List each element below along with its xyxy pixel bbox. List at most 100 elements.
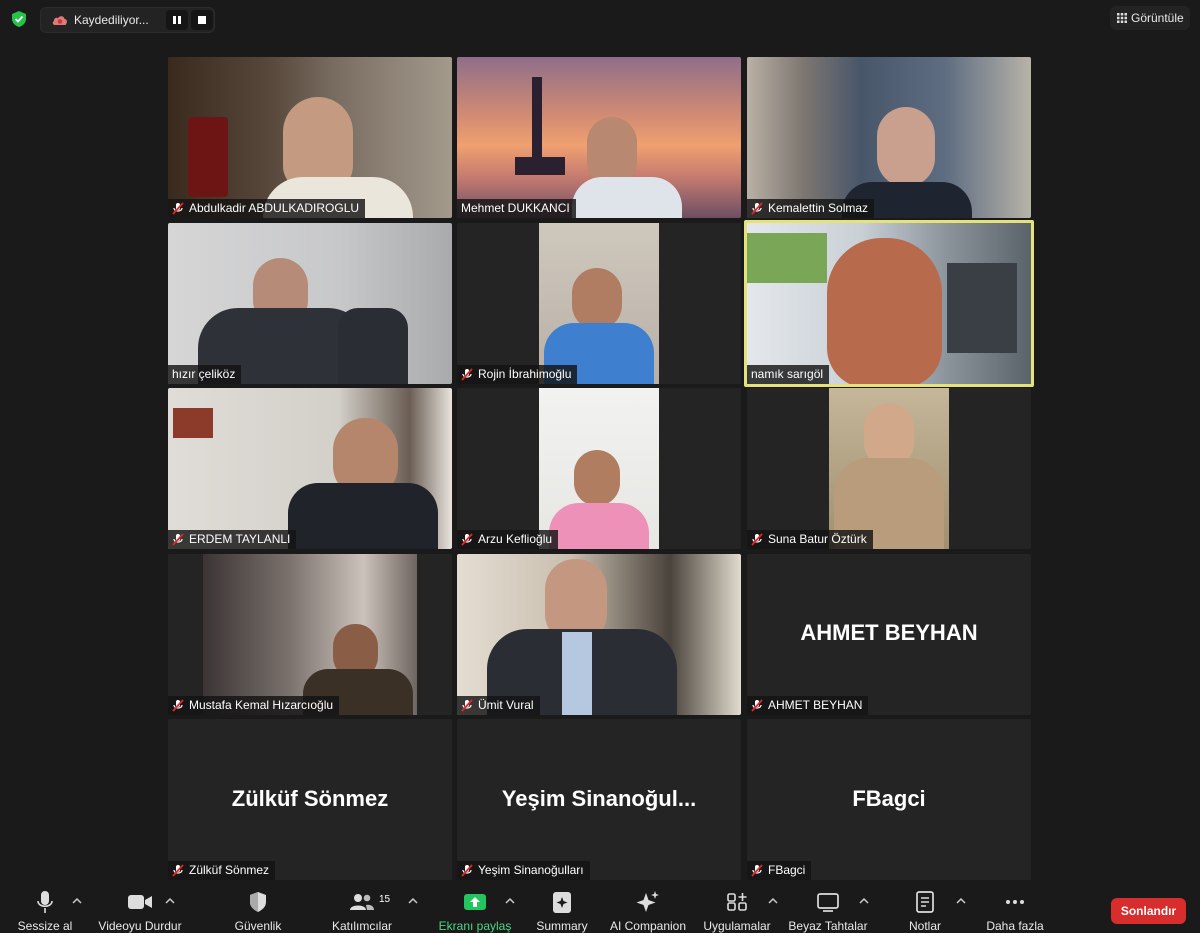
participant-name-tag: Rojin İbrahimoğlu [457,365,578,384]
participant-name-tag: Zülküf Sönmez [168,861,276,880]
participant-tile[interactable]: Abdulkadir ABDULKADIROGLU [168,57,452,218]
chevron-up-icon[interactable] [163,894,177,908]
participant-display-name: Zülküf Sönmez [231,786,389,811]
participant-name-tag: Yeşim Sinanoğulları [457,861,590,880]
recording-status-text: Kaydediliyor... [74,13,149,27]
participant-tile[interactable]: AHMET BEYHAN AHMET BEYHAN [747,554,1031,715]
recording-indicator[interactable]: Kaydediliyor... [40,7,215,33]
participant-tile-active-speaker[interactable]: namık sarıgöl [744,220,1034,387]
whiteboards-button[interactable]: Beyaz Tahtalar [788,882,868,933]
participant-video [747,57,1031,218]
mic-off-icon [751,864,763,877]
chevron-up-icon[interactable] [70,894,84,908]
participant-name: Abdulkadir ABDULKADIROGLU [189,201,360,215]
participants-label: Katılımcılar [331,919,392,933]
stop-video-button[interactable]: Videoyu Durdur [98,882,182,933]
more-label: Daha fazla [986,919,1044,933]
chevron-up-icon[interactable] [406,894,420,908]
participant-tile[interactable]: Rojin İbrahimoğlu [457,223,741,384]
participant-name-tag: Suna Batur Öztürk [747,530,873,549]
participant-name-tag: hızır çeliköz [168,365,242,384]
participant-tile[interactable]: Yeşim Sinanoğul... Yeşim Sinanoğulları [457,719,741,880]
participant-tile[interactable]: FBagci FBagci [747,719,1031,880]
share-screen-icon [464,894,486,910]
summary-label: Summary [536,919,588,933]
participant-name: Rojin İbrahimoğlu [478,367,572,381]
participant-display-name: FBagci [852,786,926,811]
share-screen-button[interactable]: Ekranı paylaş [439,882,511,933]
mic-off-icon [461,368,473,381]
summary-document-icon [553,892,571,913]
stop-recording-button[interactable] [191,10,213,30]
notes-label: Notlar [908,919,941,933]
share-screen-label: Ekranı paylaş [438,919,512,933]
participant-video [539,223,659,384]
participant-video [168,388,452,549]
apps-button[interactable]: Uygulamalar [703,882,771,933]
participant-video [829,388,949,549]
participant-name: Zülküf Sönmez [189,863,270,877]
participant-name-tag: Ümit Vural [457,696,540,715]
ai-companion-button[interactable]: AI Companion [610,882,686,933]
participant-video [168,57,452,218]
participant-tile[interactable]: Suna Batur Öztürk [747,388,1031,549]
pause-recording-button[interactable] [166,10,188,30]
ai-sparkle-icon [636,891,659,912]
stop-video-label: Videoyu Durdur [98,919,182,933]
participant-tile[interactable]: Zülküf Sönmez Zülküf Sönmez [168,719,452,880]
mic-off-icon [751,699,763,712]
participant-name: hızır çeliköz [172,367,236,381]
notes-button[interactable]: Notlar [900,882,950,933]
chevron-up-icon[interactable] [857,894,871,908]
participant-name: FBagci [768,863,806,877]
view-button-label: Görüntüle [1131,11,1184,25]
chevron-up-icon[interactable] [766,894,780,908]
participant-name-tag: AHMET BEYHAN [747,696,869,715]
participants-button[interactable]: 15 Katılımcılar [332,882,392,933]
participants-count: 15 [379,894,391,905]
security-shield-icon [250,892,266,912]
mic-off-icon [172,699,184,712]
participant-video [168,223,452,384]
mute-button[interactable]: Sessize al [18,882,72,933]
participant-video [539,388,659,549]
participant-name-tag: Abdulkadir ABDULKADIROGLU [168,199,366,218]
participant-tile[interactable]: Ümit Vural [457,554,741,715]
chevron-up-icon[interactable] [954,894,968,908]
participant-tile[interactable]: Kemalettin Solmaz [747,57,1031,218]
notes-icon [916,891,934,913]
participant-tile[interactable]: ERDEM TAYLANLI [168,388,452,549]
view-button[interactable]: Görüntüle [1110,6,1190,30]
grid-view-icon [1117,13,1127,23]
mic-off-icon [172,202,184,215]
participant-name: AHMET BEYHAN [768,698,863,712]
top-bar: Kaydediliyor... Görüntüle [0,0,1200,40]
participant-tile[interactable]: Arzu Keflioğlu [457,388,741,549]
participant-tile[interactable]: Mehmet DUKKANCI [457,57,741,218]
summary-button[interactable]: Summary [536,882,588,933]
participant-name: Arzu Keflioğlu [478,532,553,546]
encryption-shield-icon[interactable] [10,10,28,28]
participant-name: Mustafa Kemal Hızarcıoğlu [189,698,334,712]
mute-label: Sessize al [17,919,73,933]
end-meeting-button[interactable]: Sonlandır [1111,898,1186,924]
microphone-icon [37,891,53,913]
participant-video [747,223,1031,384]
participant-name-tag: Mustafa Kemal Hızarcıoğlu [168,696,340,715]
participant-name: Yeşim Sinanoğulları [478,863,584,877]
participant-name-tag: ERDEM TAYLANLI [168,530,297,549]
ai-companion-label: AI Companion [609,919,687,933]
participant-display-name: AHMET BEYHAN [800,620,978,645]
more-dots-icon [1006,900,1024,904]
participant-tile[interactable]: hızır çeliköz [168,223,452,384]
mic-off-icon [172,533,184,546]
participant-video [457,554,741,715]
mic-off-icon [461,864,473,877]
more-button[interactable]: Daha fazla [986,882,1044,933]
security-button[interactable]: Güvenlik [233,882,283,933]
chevron-up-icon[interactable] [503,894,517,908]
participant-name-tag: Arzu Keflioğlu [457,530,559,549]
participant-tile[interactable]: Mustafa Kemal Hızarcıoğlu [168,554,452,715]
participant-name: ERDEM TAYLANLI [189,532,291,546]
whiteboards-label: Beyaz Tahtalar [788,919,868,933]
